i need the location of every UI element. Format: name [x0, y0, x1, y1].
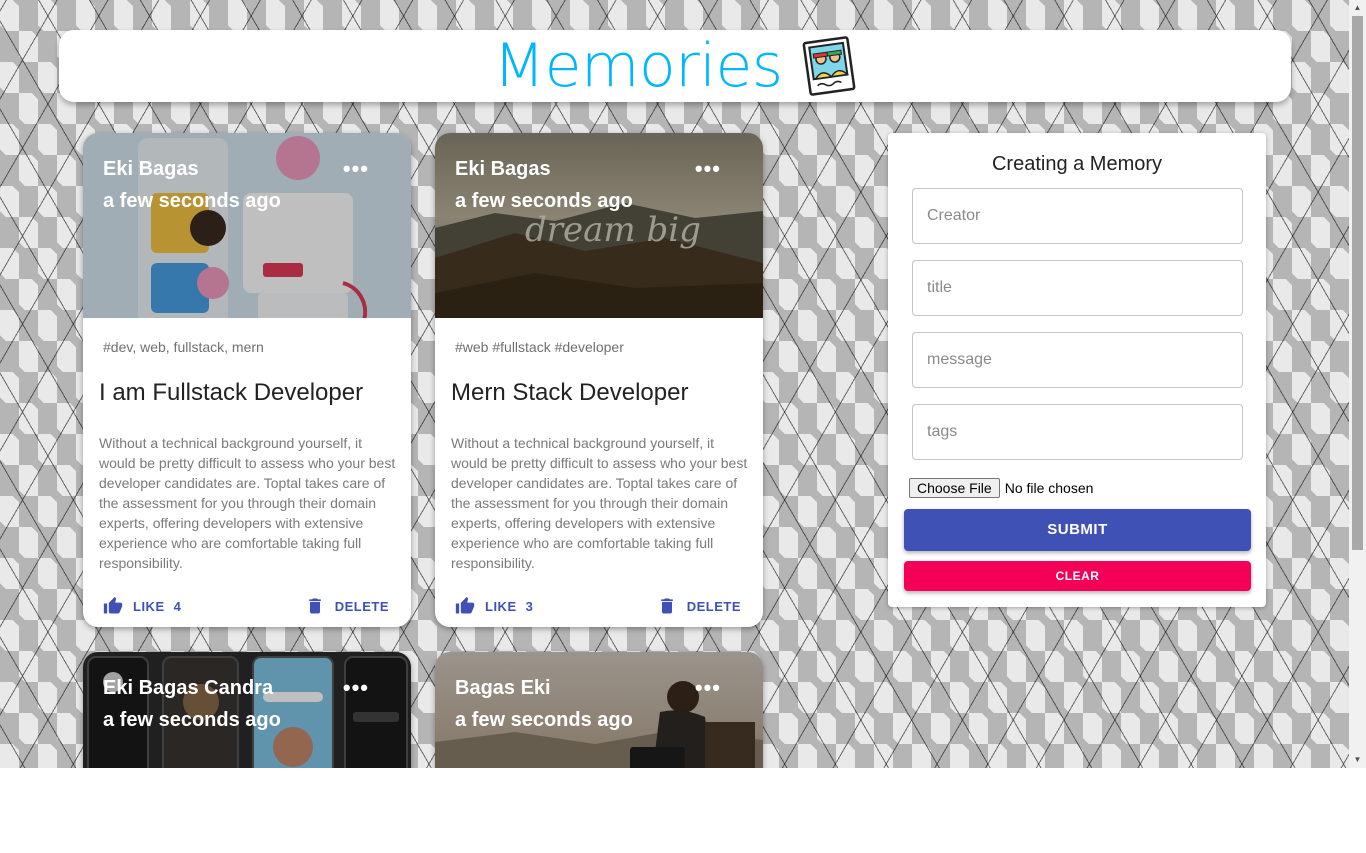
delete-label: DELETE [334, 598, 389, 614]
more-options-icon[interactable]: ••• [343, 156, 369, 182]
post-creator: Bagas Eki [455, 677, 551, 699]
post-actions: LIKE 3 DELETE [435, 591, 763, 621]
form-title: Creating a Memory [991, 153, 1163, 175]
delete-label: DELETE [686, 598, 741, 614]
delete-button[interactable]: DELETE [657, 591, 741, 621]
creator-field[interactable] [912, 188, 1243, 244]
trash-icon [660, 598, 673, 614]
trash-icon [308, 598, 321, 614]
file-status: No file chosen [1004, 480, 1094, 496]
app-bar: Memories [59, 30, 1291, 102]
more-options-icon[interactable]: ••• [695, 156, 721, 182]
app-title: Memories [493, 31, 783, 101]
post-image: Bagas Eki a few seconds ago ••• [435, 652, 763, 768]
like-button[interactable]: LIKE 4 [103, 591, 181, 621]
like-button[interactable]: LIKE 3 [455, 591, 533, 621]
post-creator: Eki Bagas [455, 158, 551, 180]
post-message: Without a technical background yourself,… [451, 435, 748, 571]
page-background: Memories Eki Bagas a few seconds ago •••… [0, 0, 1366, 768]
post-actions: LIKE 4 DELETE [83, 591, 411, 621]
post-image: Eki Bagas Candra a few seconds ago ••• [83, 652, 411, 768]
post-time: a few seconds ago [103, 190, 281, 212]
submit-button[interactable]: SUBMIT [904, 509, 1251, 551]
like-label: LIKE [133, 598, 165, 614]
scrollbar-thumb[interactable] [1352, 16, 1363, 550]
file-input: Choose File No file chosen [909, 478, 1093, 498]
post-card: Eki Bagas a few seconds ago ••• #dev, we… [83, 133, 411, 627]
post-time: a few seconds ago [455, 190, 633, 212]
post-time: a few seconds ago [455, 709, 633, 731]
message-field[interactable] [912, 332, 1243, 388]
scrollbar[interactable]: ▲ ▼ [1349, 0, 1366, 768]
post-tags: #dev, web, fullstack, mern [103, 339, 264, 355]
create-memory-form: Creating a Memory Choose File No file ch… [888, 133, 1266, 607]
post-card: dream big Eki Bagas a few seconds ago ••… [435, 133, 763, 627]
choose-file-button[interactable]: Choose File [909, 478, 1000, 498]
clear-button[interactable]: CLEAR [904, 561, 1251, 591]
delete-button[interactable]: DELETE [305, 591, 389, 621]
like-label: LIKE [485, 598, 517, 614]
tags-field[interactable] [912, 404, 1243, 460]
thumb-up-icon [103, 596, 123, 614]
more-options-icon[interactable]: ••• [343, 675, 369, 701]
post-creator: Eki Bagas Candra [103, 677, 274, 699]
scroll-down-icon[interactable]: ▼ [1349, 752, 1366, 768]
post-card: Bagas Eki a few seconds ago ••• [435, 652, 763, 768]
post-creator: Eki Bagas [103, 158, 199, 180]
post-message: Without a technical background yourself,… [99, 435, 396, 571]
title-field[interactable] [912, 260, 1243, 316]
post-time: a few seconds ago [103, 709, 281, 731]
scroll-up-icon[interactable]: ▲ [1349, 0, 1366, 16]
post-image: Eki Bagas a few seconds ago ••• [83, 133, 411, 318]
post-card: Eki Bagas Candra a few seconds ago ••• [83, 652, 411, 768]
like-count: 4 [173, 598, 182, 614]
post-tags: #web #fullstack #developer [455, 339, 624, 355]
polaroid-photo-icon [802, 36, 856, 96]
post-image: dream big Eki Bagas a few seconds ago ••… [435, 133, 763, 318]
more-options-icon[interactable]: ••• [695, 675, 721, 701]
post-title: Mern Stack Developer [451, 379, 689, 406]
thumb-up-icon [455, 596, 475, 614]
post-title: I am Fullstack Developer [99, 379, 364, 406]
like-count: 3 [525, 598, 534, 614]
